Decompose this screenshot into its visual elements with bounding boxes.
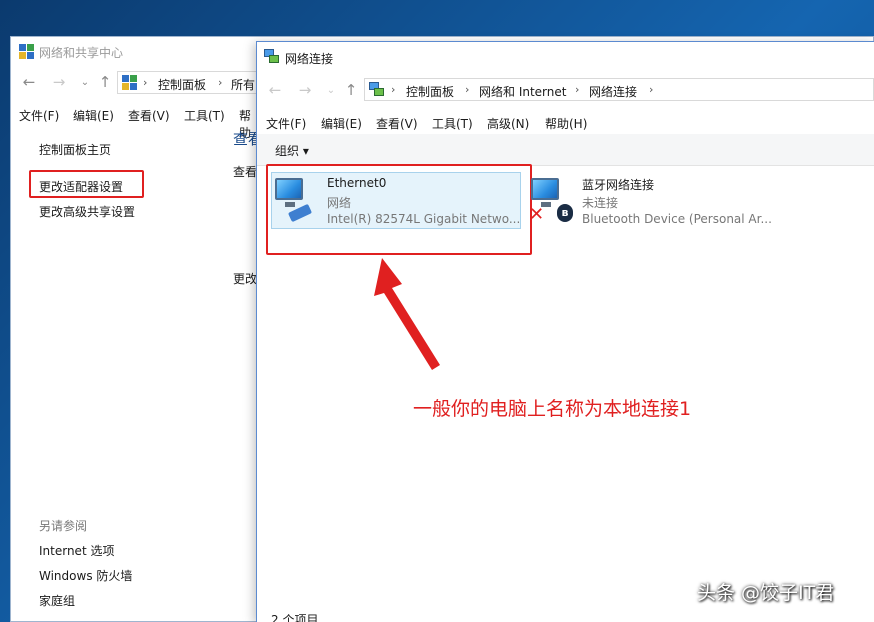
watermark: 头条 @饺子IT君 [697,582,835,604]
annotation-arrow [374,258,440,370]
annotation-text: 一般你的电脑上名称为本地连接1 [413,398,692,420]
